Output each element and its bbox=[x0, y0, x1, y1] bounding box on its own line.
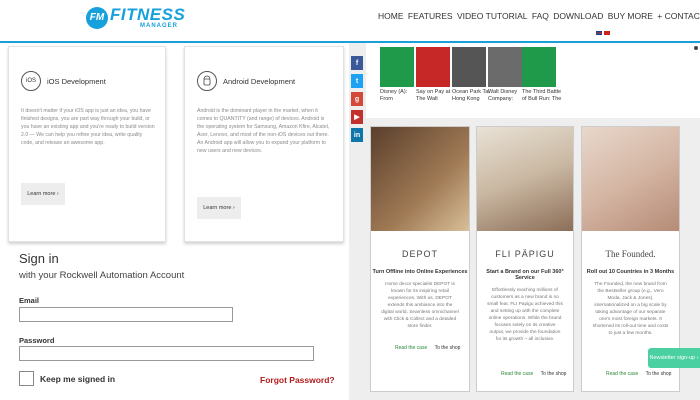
newsletter-signup-button[interactable]: Newsletter sign-up › bbox=[648, 348, 700, 368]
book-cover bbox=[452, 47, 486, 87]
keep-signed-in-checkbox[interactable] bbox=[19, 371, 34, 386]
nav-download[interactable]: DOWNLOAD bbox=[553, 11, 603, 21]
logo-main-text: FITNESS bbox=[110, 5, 186, 24]
ad-body: The Founded, the new brand from the Best… bbox=[592, 282, 669, 336]
to-shop-link[interactable]: To the shop bbox=[435, 345, 461, 351]
ad-brand: FLI PÄPIGU bbox=[495, 249, 555, 259]
android-icon bbox=[197, 71, 217, 91]
ad-headline: Turn Offline into Online Experiences bbox=[372, 269, 468, 275]
nav-video-tutorial[interactable]: VIDEO TUTORIAL bbox=[457, 11, 528, 21]
read-case-link[interactable]: Read the case bbox=[606, 371, 638, 377]
nav-faq[interactable]: FAQ bbox=[532, 11, 549, 21]
read-case-link[interactable]: Read the case bbox=[395, 345, 427, 351]
vn-flag-icon[interactable] bbox=[604, 31, 610, 35]
ad-card-fli-papigu[interactable]: FLI PÄPIGU Start a Brand on our Full 360… bbox=[476, 126, 574, 392]
google-plus-icon[interactable]: g bbox=[351, 92, 363, 106]
book-cover bbox=[488, 47, 522, 87]
android-development-card: Android Development Android is the domin… bbox=[184, 46, 344, 242]
fitness-manager-logo[interactable]: FM FITNESS MANAGER bbox=[86, 6, 185, 29]
card-description: It doesn't matter if your iOS app is jus… bbox=[21, 108, 155, 146]
to-shop-link[interactable]: To the shop bbox=[646, 371, 672, 377]
fli-papigu-image bbox=[477, 127, 573, 231]
ios-development-card: iOS iOS Development It doesn't matter if… bbox=[8, 46, 166, 242]
card-title: iOS Development bbox=[47, 77, 106, 86]
password-label: Password bbox=[19, 336, 55, 345]
book-item[interactable]: Say on Pay at The Walt bbox=[416, 47, 456, 103]
ad-headline: Start a Brand on our Full 360° Service bbox=[486, 269, 564, 281]
twitter-icon[interactable]: t bbox=[351, 74, 363, 88]
card-title: Android Development bbox=[223, 77, 296, 86]
book-title: The Third Battle of Bull Run: The bbox=[522, 89, 562, 102]
learn-more-button[interactable]: Learn more › bbox=[197, 197, 241, 219]
ad-brand: The Founded. bbox=[605, 249, 656, 259]
signin-title: Sign in bbox=[19, 251, 59, 266]
book-title: Disney (A): From bbox=[380, 89, 408, 102]
scroll-indicator bbox=[694, 46, 698, 50]
read-case-link[interactable]: Read the case bbox=[501, 371, 533, 377]
card-description: Android is the dominant player in the ma… bbox=[197, 108, 330, 154]
nav-contact[interactable]: + CONTACT bbox=[657, 11, 700, 21]
nav-home[interactable]: HOME bbox=[378, 11, 404, 21]
facebook-icon[interactable]: f bbox=[351, 56, 363, 70]
learn-more-button[interactable]: Learn more › bbox=[21, 183, 65, 205]
ios-icon: iOS bbox=[21, 71, 41, 91]
depot-image bbox=[371, 127, 469, 231]
forgot-password-link[interactable]: Forgot Password? bbox=[260, 375, 335, 385]
ad-body: Home decor specialist DEPOT is known for… bbox=[381, 282, 459, 329]
main-nav: HOME FEATURES VIDEO TUTORIAL FAQ DOWNLOA… bbox=[378, 11, 700, 21]
linkedin-icon[interactable]: in bbox=[351, 128, 363, 142]
ad-headline: Roll out 10 Countries in 3 Months bbox=[586, 269, 675, 275]
social-share-bar: f t g ▶ in bbox=[351, 56, 363, 146]
the-founded-image bbox=[582, 127, 679, 231]
password-field[interactable] bbox=[19, 346, 314, 361]
book-item[interactable]: Disney (A): From bbox=[380, 47, 420, 103]
book-item[interactable]: Ocean Park Tai Hong Kong bbox=[452, 47, 492, 103]
youtube-icon[interactable]: ▶ bbox=[351, 110, 363, 124]
to-shop-link[interactable]: To the shop bbox=[541, 371, 567, 377]
signin-subtitle: with your Rockwell Automation Account bbox=[19, 270, 185, 281]
nav-features[interactable]: FEATURES bbox=[408, 11, 453, 21]
language-switcher bbox=[596, 31, 610, 35]
keep-signed-in-label: Keep me signed in bbox=[40, 374, 116, 384]
uk-flag-icon[interactable] bbox=[596, 31, 602, 35]
book-title: Say on Pay at The Walt bbox=[416, 89, 451, 102]
book-item[interactable]: The Third Battle of Bull Run: The bbox=[522, 47, 562, 103]
site-header: FM FITNESS MANAGER HOME FEATURES VIDEO T… bbox=[0, 0, 700, 43]
book-title: Ocean Park Tai Hong Kong bbox=[452, 89, 490, 102]
email-field[interactable] bbox=[19, 307, 233, 322]
book-cover bbox=[416, 47, 450, 87]
logo-badge: FM bbox=[86, 6, 108, 29]
book-cover bbox=[522, 47, 556, 87]
email-label: Email bbox=[19, 296, 40, 305]
page: FM FITNESS MANAGER HOME FEATURES VIDEO T… bbox=[0, 0, 700, 400]
book-cover bbox=[380, 47, 414, 87]
nav-buy-more[interactable]: BUY MORE bbox=[608, 11, 653, 21]
book-carousel: Disney (A): From Say on Pay at The Walt … bbox=[366, 43, 700, 118]
ad-card-depot[interactable]: DEPOT Turn Offline into Online Experienc… bbox=[370, 126, 470, 392]
ad-brand: DEPOT bbox=[401, 249, 438, 259]
ad-body: Effortlessly reaching millions of custom… bbox=[487, 288, 563, 342]
